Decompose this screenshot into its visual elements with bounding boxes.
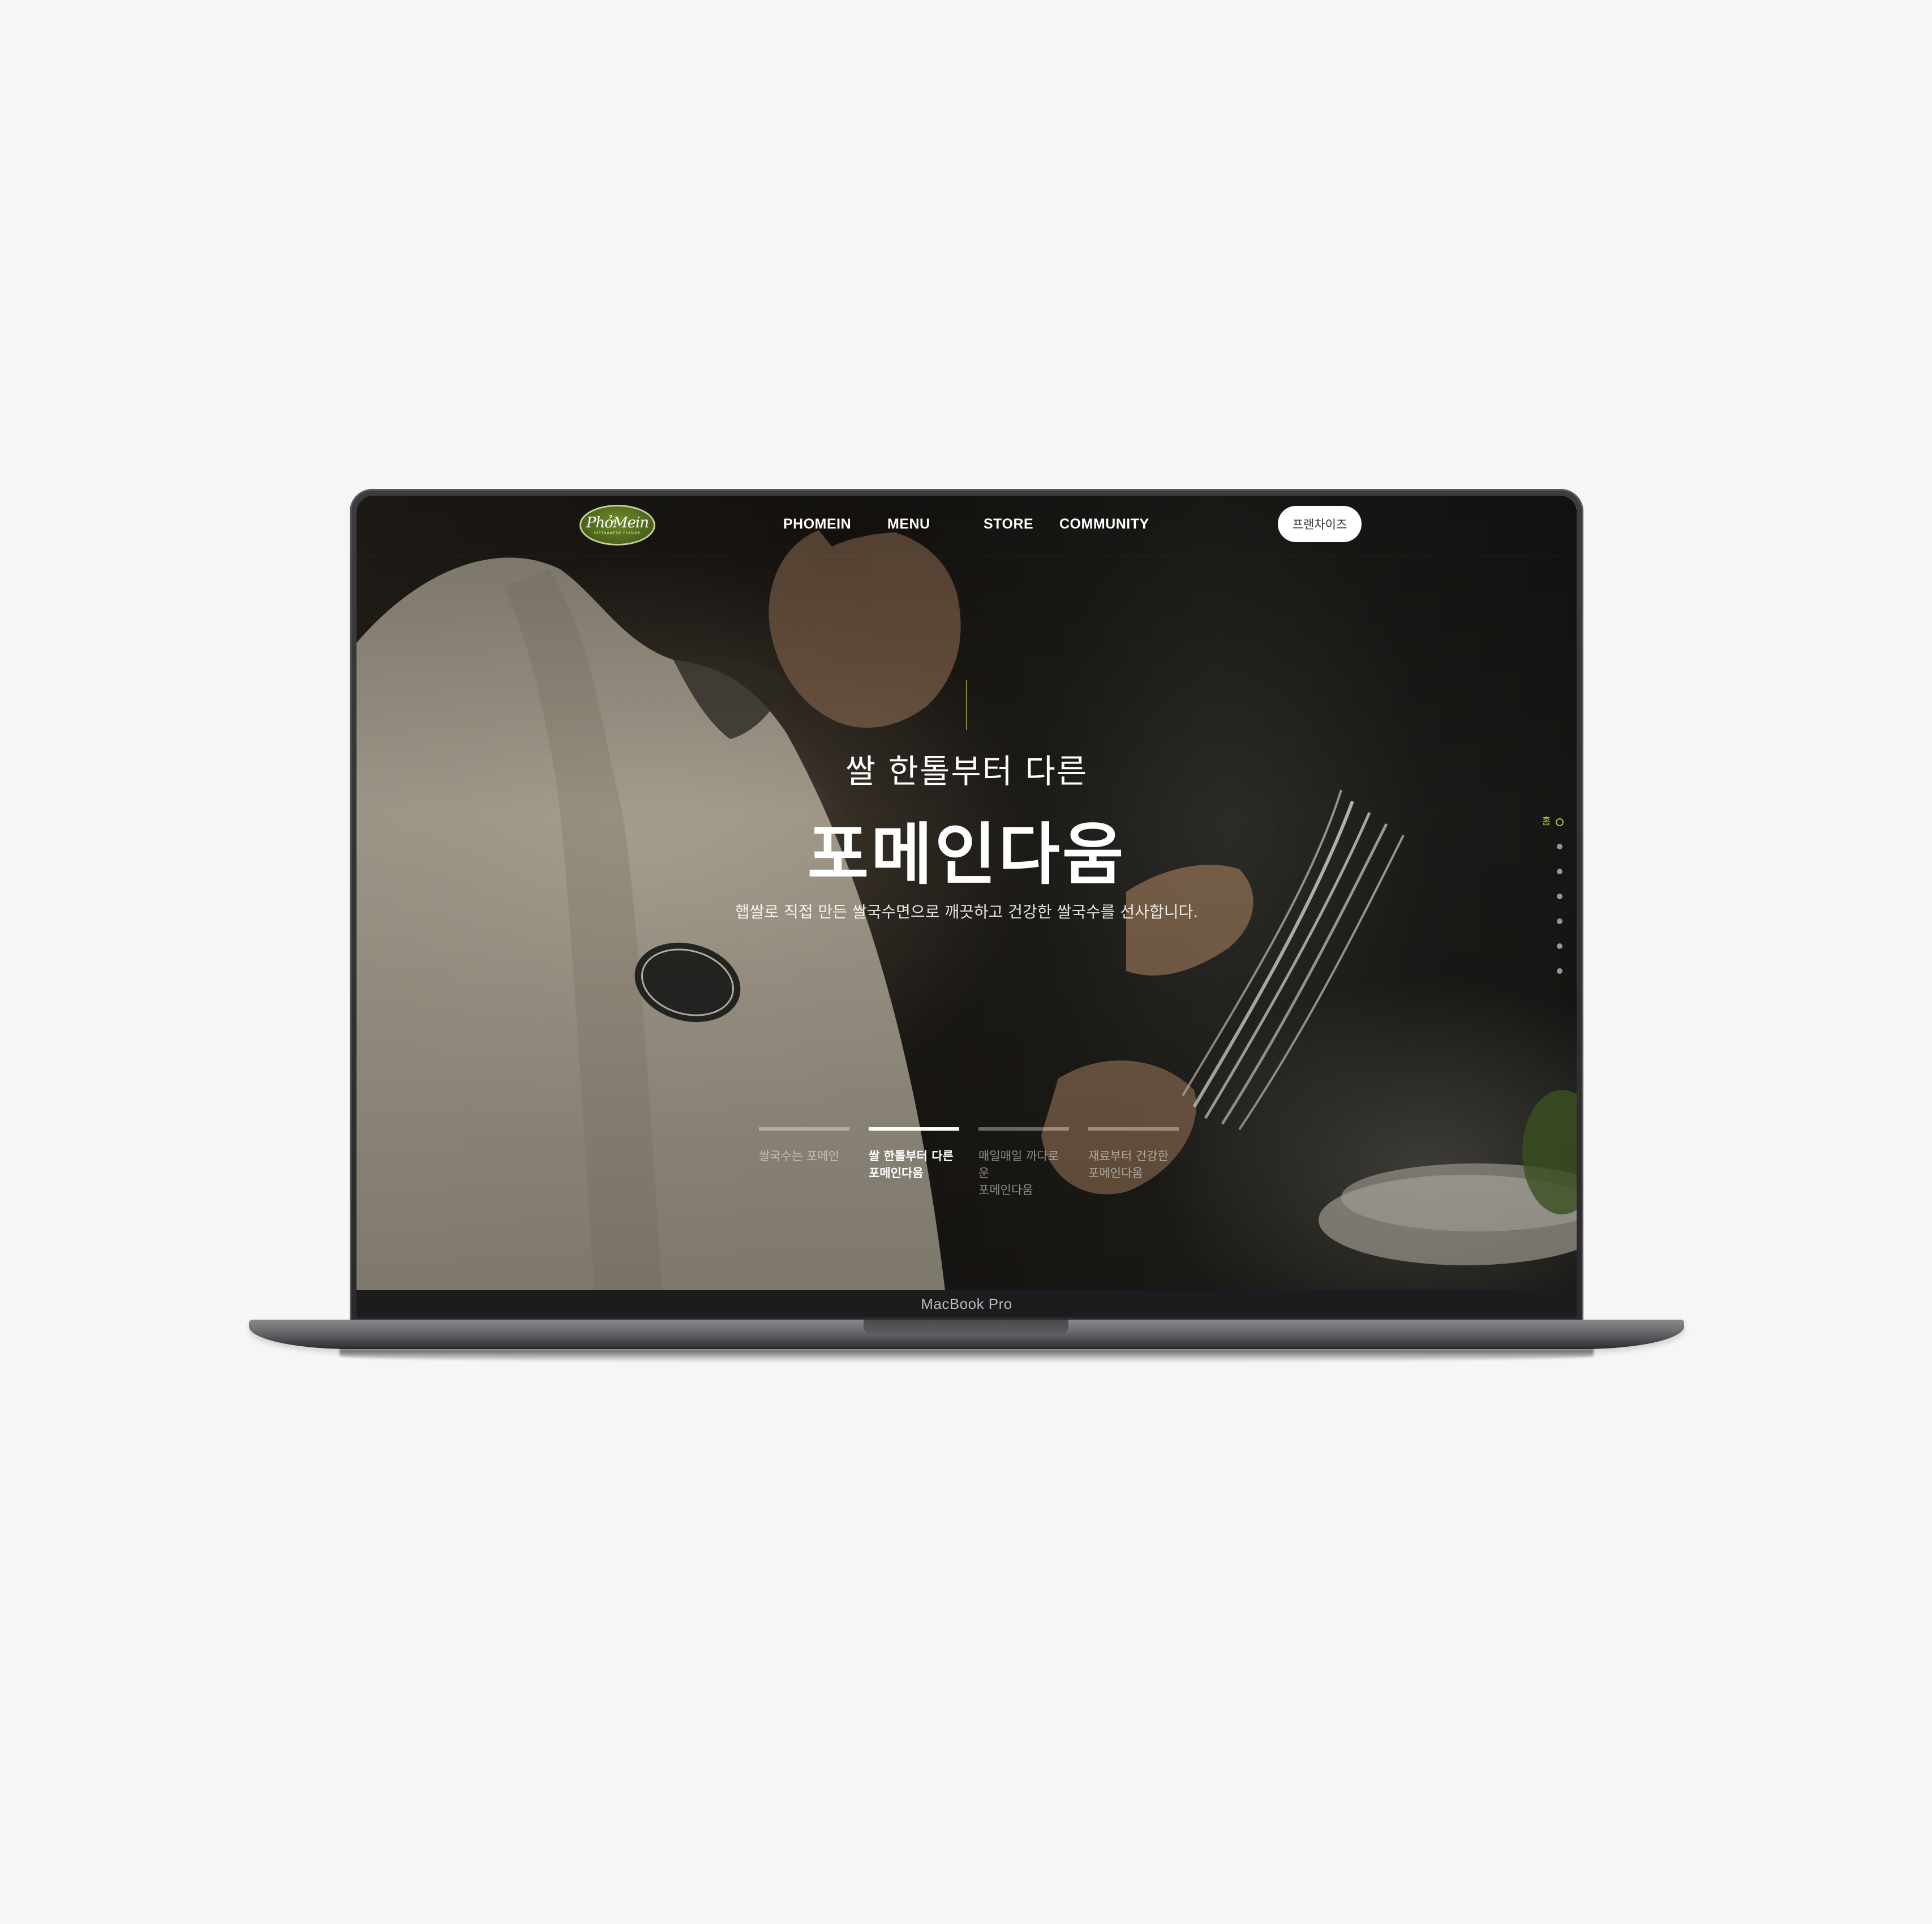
side-pager-dot[interactable] — [1557, 894, 1562, 899]
franchise-button[interactable]: 프랜차이즈 — [1278, 506, 1362, 542]
hero-title: 포메인다움 — [807, 815, 1126, 894]
hero-tab-4[interactable]: 재료부터 건강한 포메인다움 — [1088, 1127, 1179, 1182]
hero-tab-2[interactable]: 쌀 한톨부터 다른 포메인다움 — [869, 1127, 959, 1182]
nav-item-community[interactable]: COMMUNITY — [1059, 516, 1149, 532]
nav-item-store[interactable]: STORE — [984, 516, 1033, 532]
laptop-bezel: PhởMein VIETNAMESE CUISINE PHOMEIN MENU … — [357, 496, 1577, 1317]
tab-label-line1: 매일매일 까다로운 — [978, 1149, 1059, 1180]
side-pager-dot[interactable] — [1557, 943, 1562, 949]
side-pager-dot[interactable] — [1557, 844, 1562, 849]
side-pager-active-dot[interactable] — [1556, 818, 1564, 826]
tab-label: 쌀국수는 포메인 — [759, 1148, 849, 1165]
nav-item-menu[interactable]: MENU — [887, 516, 930, 532]
nav-item-phomein[interactable]: PHOMEIN — [783, 516, 851, 532]
website-screen: PhởMein VIETNAMESE CUISINE PHOMEIN MENU … — [357, 496, 1577, 1290]
tab-label-line1: 쌀 한톨부터 다른 — [869, 1149, 954, 1163]
site-header: PhởMein VIETNAMESE CUISINE PHOMEIN MENU … — [357, 496, 1577, 556]
main-nav: PHOMEIN MENU STORE COMMUNITY — [357, 516, 1577, 539]
hero-tab-3[interactable]: 매일매일 까다로운 포메인다움 — [978, 1127, 1069, 1199]
tab-label: 재료부터 건강한 포메인다움 — [1088, 1148, 1179, 1182]
laptop-base — [249, 1320, 1684, 1349]
hero-description: 햅쌀로 직접 만든 쌀국수면으로 깨끗하고 건강한 쌀국수를 선사합니다. — [735, 903, 1199, 921]
laptop-lid: PhởMein VIETNAMESE CUISINE PHOMEIN MENU … — [350, 489, 1583, 1324]
tab-progress-bar — [869, 1127, 959, 1131]
tab-label-line2: 포메인다움 — [1088, 1166, 1143, 1180]
laptop-chin: MacBook Pro — [357, 1290, 1577, 1317]
tab-label-line2: 포메인다움 — [978, 1183, 1033, 1197]
tab-label-line1: 재료부터 건강한 — [1088, 1149, 1169, 1163]
side-pager-label: 홈 — [1539, 816, 1551, 826]
tab-label: 매일매일 까다로운 포메인다움 — [978, 1148, 1069, 1199]
side-pager-dot[interactable] — [1557, 918, 1562, 924]
laptop-shadow — [340, 1349, 1594, 1363]
hero-subtitle: 쌀 한톨부터 다른 — [845, 752, 1088, 791]
tab-progress-bar — [759, 1127, 849, 1131]
side-pager-dot[interactable] — [1557, 968, 1562, 974]
tab-progress-bar — [978, 1127, 1069, 1131]
device-label: MacBook Pro — [921, 1295, 1012, 1312]
laptop-mockup-scene: PhởMein VIETNAMESE CUISINE PHOMEIN MENU … — [0, 0, 1932, 1924]
laptop-base-notch — [864, 1320, 1068, 1335]
tab-label-line1: 쌀국수는 포메인 — [759, 1149, 839, 1163]
hero-accent-line — [966, 680, 967, 730]
side-pager-dot[interactable] — [1557, 869, 1562, 874]
tab-label: 쌀 한톨부터 다른 포메인다움 — [869, 1148, 959, 1182]
tab-progress-bar — [1088, 1127, 1179, 1131]
tab-label-line2: 포메인다움 — [869, 1166, 924, 1180]
hero-tab-1[interactable]: 쌀국수는 포메인 — [759, 1127, 849, 1165]
